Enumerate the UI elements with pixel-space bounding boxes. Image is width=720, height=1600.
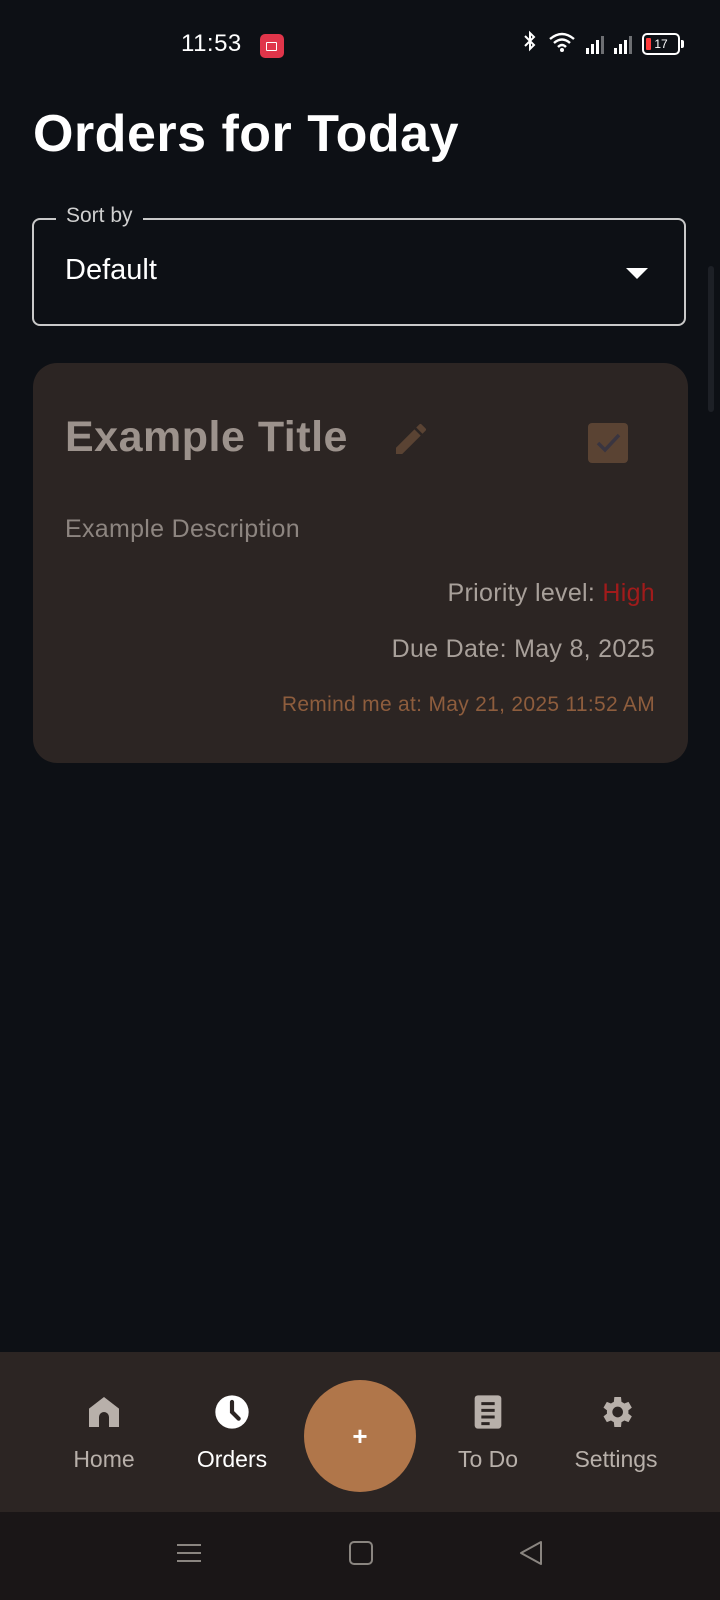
battery-icon: 17 <box>642 33 684 55</box>
home-icon <box>89 1397 119 1427</box>
nav-home-label: Home <box>73 1446 135 1472</box>
dropdown-arrow-icon <box>626 268 648 279</box>
sort-value: Default <box>65 254 157 286</box>
gear-icon <box>603 1397 632 1427</box>
nav-todo-label: To Do <box>457 1446 519 1472</box>
status-bar: 11:53 17 <box>0 0 720 92</box>
system-navigation-bar <box>0 1512 720 1600</box>
signal-icon <box>614 34 632 54</box>
order-title: Example Title <box>65 413 348 461</box>
nav-settings[interactable]: Settings <box>556 1392 676 1473</box>
signal-icon <box>586 34 604 54</box>
nav-settings-label: Settings <box>574 1446 658 1472</box>
reminder-time: Remind me at: May 21, 2025 11:52 AM <box>281 693 655 716</box>
priority-label: Priority level: <box>447 579 596 607</box>
menu-icon[interactable] <box>176 1540 202 1571</box>
clock-icon <box>215 1395 249 1429</box>
screen-record-icon <box>260 34 284 58</box>
priority-level: Priority level: High <box>448 579 655 608</box>
document-icon <box>474 1395 502 1429</box>
priority-value: High <box>602 579 655 607</box>
nav-orders[interactable]: Orders <box>172 1392 292 1473</box>
bluetooth-icon <box>522 30 538 58</box>
nav-home[interactable]: Home <box>44 1392 164 1473</box>
page-title: Orders for Today <box>33 105 460 163</box>
order-card[interactable]: Example Title Example Description Priori… <box>33 363 688 763</box>
back-icon[interactable] <box>518 1540 544 1571</box>
status-time: 11:53 <box>181 30 242 57</box>
completed-checkbox[interactable] <box>588 423 628 463</box>
nav-orders-label: Orders <box>196 1446 268 1472</box>
wifi-icon <box>548 31 576 58</box>
status-icons: 17 <box>522 30 684 58</box>
scrollbar <box>708 266 714 412</box>
sort-dropdown[interactable]: Sort by Default <box>32 204 686 326</box>
home-button-icon[interactable] <box>348 1540 374 1571</box>
add-order-button[interactable]: + <box>304 1380 416 1492</box>
edit-icon[interactable] <box>391 419 431 459</box>
nav-todo[interactable]: To Do <box>428 1392 548 1473</box>
order-description: Example Description <box>65 515 300 543</box>
due-date: Due Date: May 8, 2025 <box>391 635 655 663</box>
sort-label: Sort by <box>56 204 143 228</box>
